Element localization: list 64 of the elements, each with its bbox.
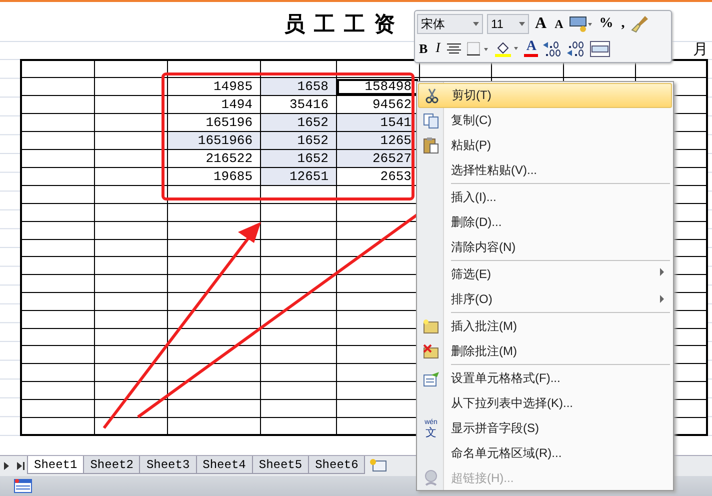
delete-note-icon <box>423 344 439 359</box>
font-size-dropdown[interactable]: 11 <box>487 14 529 34</box>
fill-color-icon[interactable] <box>494 40 520 58</box>
grow-font-button[interactable]: A <box>533 15 549 34</box>
menu-item[interactable]: 从下拉列表中选择(K)... <box>418 391 672 416</box>
submenu-arrow-icon <box>660 295 664 303</box>
table-cell: 1652 <box>260 150 336 168</box>
month-label: 月 <box>693 40 708 59</box>
table-cell: 158498 <box>336 78 419 96</box>
scissors-icon <box>425 88 439 104</box>
table-cell: 1658 <box>260 78 336 96</box>
menu-item[interactable]: 选择性粘贴(V)... <box>418 158 672 183</box>
comma-button[interactable]: , <box>619 15 627 34</box>
menu-item[interactable]: 命名单元格区域(R)... <box>418 441 672 466</box>
sheet-tab[interactable]: Sheet4 <box>196 456 253 474</box>
font-name-dropdown[interactable]: 宋体 <box>417 14 483 34</box>
menu-item[interactable]: 清除内容(N) <box>418 235 672 260</box>
decrease-decimal-icon[interactable] <box>566 40 586 57</box>
menu-item[interactable]: 删除批注(M) <box>418 339 672 364</box>
menu-item[interactable]: 粘贴(P) <box>418 133 672 158</box>
sheet-tab[interactable]: Sheet1 <box>27 456 84 474</box>
sheet-tab[interactable]: Sheet6 <box>308 456 366 474</box>
sheet-tab[interactable]: Sheet3 <box>139 456 197 474</box>
table-cell: 1494 <box>167 96 260 114</box>
dropdown-arrow-icon <box>473 22 479 26</box>
table-cell: 1652 <box>260 114 336 132</box>
menu-item[interactable]: 复制(C) <box>418 108 672 133</box>
bold-button[interactable]: B <box>417 40 430 58</box>
format-cells-icon <box>422 370 440 386</box>
menu-item[interactable]: 排序(O) <box>418 287 672 312</box>
font-color-button[interactable]: A <box>524 40 538 58</box>
menu-item[interactable]: 删除(D)... <box>418 210 672 235</box>
clipboard-icon <box>423 137 439 154</box>
menu-item[interactable]: 设置单元格格式(F)... <box>418 364 672 391</box>
brush-icon[interactable] <box>630 15 649 34</box>
next-sheet-icon[interactable] <box>3 462 10 470</box>
sheet-title: 员工工资 <box>284 10 404 38</box>
menu-item[interactable]: 插入批注(M) <box>418 312 672 339</box>
submenu-arrow-icon <box>660 268 664 276</box>
italic-button[interactable]: I <box>434 40 442 58</box>
sheet-view-icon[interactable] <box>14 479 32 493</box>
menu-item[interactable]: 插入(I)... <box>418 183 672 210</box>
note-icon <box>423 319 439 334</box>
table-cell: 12651 <box>260 168 336 186</box>
sheet-tab[interactable]: Sheet5 <box>252 456 310 474</box>
table-cell: 1652 <box>260 132 336 150</box>
table-cell: 14985 <box>167 78 260 96</box>
table-cell: 1651966 <box>167 132 260 150</box>
sheet-tab[interactable]: Sheet2 <box>83 456 140 474</box>
menu-item[interactable]: 筛选(E) <box>418 260 672 287</box>
dropdown-arrow-icon <box>519 22 525 26</box>
table-cell: 19685 <box>167 168 260 186</box>
increase-decimal-icon[interactable] <box>542 40 562 57</box>
shrink-font-button[interactable]: A <box>552 15 566 34</box>
center-align-icon[interactable] <box>446 42 462 56</box>
merge-center-icon[interactable] <box>590 40 610 57</box>
borders-icon[interactable] <box>466 40 490 57</box>
last-sheet-icon[interactable] <box>16 462 25 470</box>
copy-icon <box>423 112 439 128</box>
currency-icon[interactable] <box>569 15 594 34</box>
menu-item[interactable]: 剪切(T) <box>418 83 672 108</box>
table-cell: 216522 <box>167 150 260 168</box>
new-sheet-icon[interactable] <box>369 458 388 472</box>
percent-button[interactable]: % <box>597 15 616 34</box>
